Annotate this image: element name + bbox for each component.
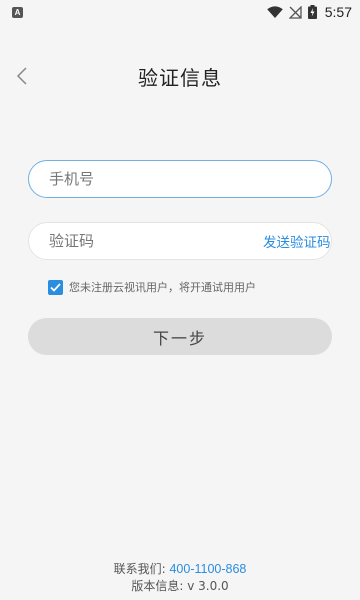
footer: 联系我们: 400-1100-868 版本信息: v 3.0.0 [0,561,360,595]
status-bar: A 5:57 [0,0,360,24]
version-info: 版本信息: v 3.0.0 [131,579,229,593]
chevron-left-icon [16,67,27,85]
battery-charging-icon [307,5,317,19]
wifi-icon [266,6,283,18]
next-button[interactable]: 下一步 [28,318,332,355]
send-code-button[interactable]: 发送验证码 [263,231,353,251]
contact-line: 联系我们: 400-1100-868 [0,561,360,578]
verification-code-field: 发送验证码 [28,222,332,260]
agree-text: 您未注册云视讯用户，将开通试用用户 [69,281,256,294]
contact-phone-link[interactable]: 400-1100-868 [169,562,246,576]
no-signal-icon [288,5,302,19]
checkmark-icon [50,282,61,292]
status-time: 5:57 [324,4,352,20]
page-title: 验证信息 [138,65,222,90]
app-notification-icon: A [12,6,23,18]
agree-row: 您未注册云视讯用户，将开通试用用户 [48,279,256,295]
header: 验证信息 [0,56,360,96]
phone-number-input[interactable] [28,160,332,198]
verification-code-input[interactable] [29,223,263,259]
contact-label: 联系我们: [113,562,170,576]
status-icons: 5:57 [266,4,352,20]
back-button[interactable] [6,60,38,92]
agree-checkbox[interactable] [48,279,63,295]
